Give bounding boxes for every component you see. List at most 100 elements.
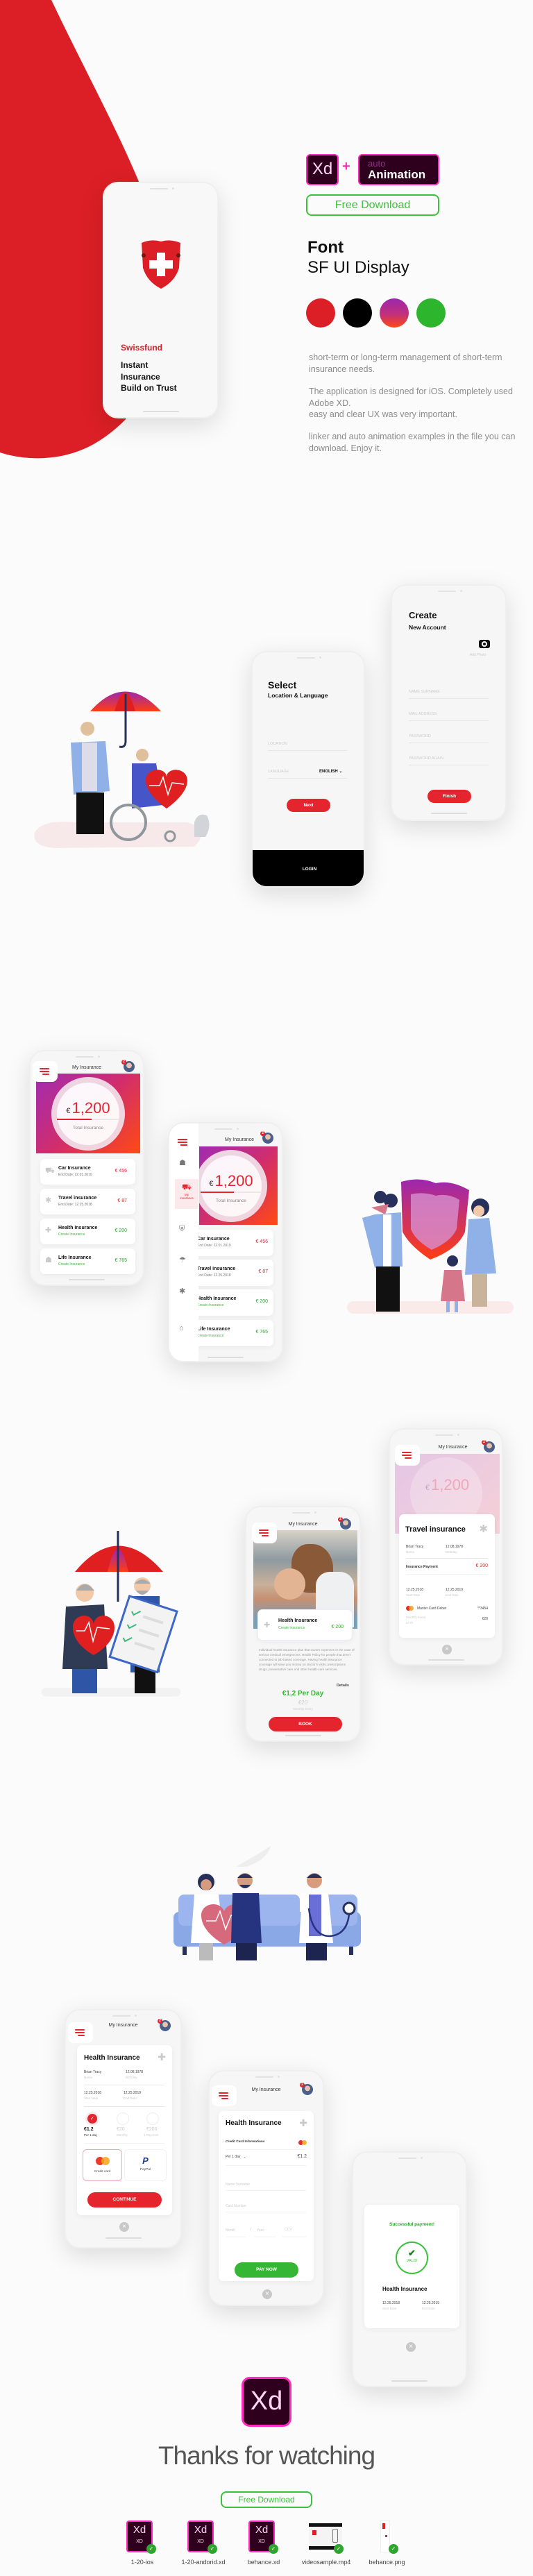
card-number-input[interactable]: Card Number bbox=[226, 2204, 246, 2208]
option-radio-monthly[interactable] bbox=[117, 2112, 129, 2125]
language-value: ENGLISH bbox=[319, 770, 338, 774]
language-select[interactable]: ENGLISH ⌄ bbox=[319, 769, 342, 774]
month-input[interactable]: Month bbox=[226, 2228, 235, 2232]
year-input[interactable]: Year bbox=[257, 2228, 264, 2232]
check-icon: ✓ bbox=[208, 2544, 217, 2554]
name-surname-input[interactable]: NAME SURNAME bbox=[409, 690, 440, 694]
book-button[interactable]: BOOK bbox=[269, 1717, 342, 1731]
health-insurance-card[interactable]: ✚ Health Insurance Create Insurance € 20… bbox=[257, 1609, 353, 1641]
xd-logo: Xd bbox=[242, 2377, 291, 2427]
family-icon: ☗ bbox=[45, 1256, 52, 1264]
password-again-input[interactable]: PASSWORD AGAIN bbox=[409, 756, 443, 761]
create-account-phone: Create New Account Add Photo NAME SURNAM… bbox=[391, 584, 507, 821]
insurance-card-travel[interactable]: Travel insurance End Date: 12.25.2018 € … bbox=[189, 1260, 273, 1286]
free-download-button[interactable]: Free Download bbox=[306, 194, 439, 216]
credit-card-option[interactable]: Credit card bbox=[83, 2149, 122, 2181]
file-item[interactable]: ✓ bbox=[309, 2523, 344, 2554]
avatar[interactable]: 2 bbox=[300, 2083, 313, 2095]
file-item[interactable]: Xd XD ✓ bbox=[248, 2520, 280, 2554]
avatar[interactable]: 2 bbox=[260, 1131, 273, 1144]
insurance-card-car[interactable]: ⛟ Car Insurance End Date: 22.01.2019 € 4… bbox=[40, 1159, 135, 1185]
mail-address-input[interactable]: MAIL ADDRESS bbox=[409, 712, 437, 716]
option-label: 1 Payment bbox=[144, 2133, 159, 2137]
splash-screen-phone: Swissfund Instant Insurance Build on Tru… bbox=[103, 182, 219, 418]
paypal-icon: P bbox=[142, 2155, 149, 2166]
avatar[interactable]: 2 bbox=[121, 1060, 135, 1072]
monthly-day: 27 th bbox=[406, 1621, 414, 1625]
period-select[interactable]: Per 1 day ⌄ bbox=[226, 2155, 246, 2159]
continue-button[interactable]: CONTINUE bbox=[87, 2192, 162, 2208]
file-item[interactable]: Xd XD ✓ bbox=[126, 2520, 158, 2554]
sidebar-item-my-insurance[interactable]: ⛟ My Insurance bbox=[175, 1179, 198, 1209]
color-swatch-gradient bbox=[380, 298, 409, 328]
camera-icon[interactable] bbox=[479, 640, 490, 648]
free-download-button-footer[interactable]: Free Download bbox=[221, 2491, 312, 2508]
sidebar-item-travel[interactable]: ✱ bbox=[179, 1288, 185, 1296]
close-icon[interactable]: × bbox=[119, 2222, 129, 2232]
health-kit-icon: ✚ bbox=[299, 2117, 307, 2128]
location-input[interactable]: LOCATION bbox=[268, 742, 287, 746]
avatar[interactable]: 2 bbox=[338, 1517, 351, 1530]
close-icon[interactable]: × bbox=[262, 2289, 272, 2299]
choose-plan-phone: My Insurance 2 Health Insurance ✚ Brian … bbox=[65, 2009, 182, 2248]
sidebar-item-health[interactable]: ⛨ bbox=[179, 1226, 185, 1233]
create-insurance-link[interactable]: Create Insurance bbox=[278, 1626, 305, 1630]
avatar[interactable]: 2 bbox=[158, 2019, 171, 2031]
card-amount: € 765 bbox=[255, 1330, 268, 1334]
insurance-card-travel[interactable]: ✱ Travel insurance End Date: 12.25.2018 … bbox=[40, 1189, 135, 1214]
ccv-input[interactable]: CCV bbox=[285, 2228, 292, 2232]
option-price: €1.2 bbox=[84, 2127, 94, 2132]
close-icon[interactable]: × bbox=[406, 2342, 416, 2352]
details-link[interactable]: Details bbox=[337, 1684, 349, 1688]
notification-badge: 2 bbox=[338, 1517, 343, 1522]
total-insurance-panel: €1,200 Total Insurance bbox=[199, 1146, 278, 1225]
create-insurance-link[interactable]: Create Insurance bbox=[197, 1303, 223, 1307]
create-insurance-link[interactable]: Create Insurance bbox=[197, 1334, 223, 1338]
paypal-option[interactable]: P PayPal bbox=[124, 2149, 167, 2181]
insurance-card-health[interactable]: Health Insurance Create Insurance € 200 bbox=[189, 1289, 273, 1316]
card-title: Travel insurance bbox=[58, 1196, 97, 1201]
password-input[interactable]: PASSWORD bbox=[409, 734, 431, 738]
name-surname-input[interactable]: Name Surname bbox=[226, 2183, 250, 2187]
paypal-label: PayPal bbox=[139, 2168, 151, 2171]
sidebar-item-label: My Insurance bbox=[180, 1193, 194, 1200]
file-item[interactable]: ✓ bbox=[380, 2520, 404, 2554]
start-date: 12.25.2018 bbox=[84, 2091, 102, 2095]
close-icon[interactable]: × bbox=[442, 1645, 452, 1654]
menu-button[interactable] bbox=[33, 1061, 58, 1082]
option-radio-per-day[interactable]: ✓ bbox=[87, 2114, 97, 2124]
card-title: Life Insurance bbox=[197, 1327, 230, 1332]
health-description: Individual health insurance plan that co… bbox=[259, 1648, 355, 1671]
option-price: €200 bbox=[146, 2127, 158, 2132]
thanks-heading: Thanks for watching bbox=[158, 2441, 375, 2470]
next-button[interactable]: Next bbox=[287, 799, 330, 812]
finish-button[interactable]: Finish bbox=[428, 790, 471, 803]
xd-glyph: Xd bbox=[194, 2524, 208, 2536]
card-amount: € 456 bbox=[255, 1239, 268, 1244]
card-subtitle: End Date: 12.25.2018 bbox=[58, 1203, 92, 1207]
insurance-card-life[interactable]: Life Insurance Create Insurance € 765 bbox=[189, 1320, 273, 1346]
pay-now-button[interactable]: PAY NOW bbox=[235, 2262, 298, 2278]
sidebar-item-car[interactable]: ☂ bbox=[179, 1257, 186, 1264]
login-button[interactable]: LOGIN bbox=[253, 850, 364, 886]
check-icon: ✓ bbox=[269, 2544, 278, 2554]
menu-button[interactable] bbox=[178, 1139, 187, 1146]
insurance-card-life[interactable]: ☗ Life Insurance Create Insurance € 765 bbox=[40, 1248, 135, 1274]
currency-symbol: € bbox=[425, 1484, 430, 1492]
payment-label: Insurance Payment bbox=[406, 1565, 438, 1569]
create-insurance-link[interactable]: Create Insurance bbox=[58, 1232, 85, 1237]
file-item[interactable]: Xd XD ✓ bbox=[187, 2520, 219, 2554]
auto-label: auto bbox=[368, 158, 386, 169]
card-amount: € 456 bbox=[115, 1169, 127, 1173]
insurance-card-health[interactable]: ✚ Health Insurance Create Insurance € 20… bbox=[40, 1219, 135, 1244]
payment-card: Health Insurance ✚ Credit Card Informati… bbox=[219, 2111, 314, 2281]
insurance-card-car[interactable]: Car Insurance End Date: 22.01.2019 € 456 bbox=[189, 1230, 273, 1256]
sidebar-item-family[interactable]: ☗ bbox=[179, 1160, 186, 1167]
option-radio-one-payment[interactable] bbox=[146, 2112, 159, 2125]
avatar[interactable]: 2 bbox=[482, 1440, 495, 1452]
file-name: behance.png bbox=[369, 2559, 405, 2566]
sidebar-item-life[interactable]: ⌂ bbox=[179, 1325, 184, 1332]
travel-insurance-card: Travel insurance ✱ Brian Tracy Name 12.0… bbox=[399, 1514, 495, 1638]
create-insurance-link[interactable]: Create Insurance bbox=[58, 1262, 85, 1266]
period-value: Per 1 day bbox=[226, 2155, 241, 2159]
